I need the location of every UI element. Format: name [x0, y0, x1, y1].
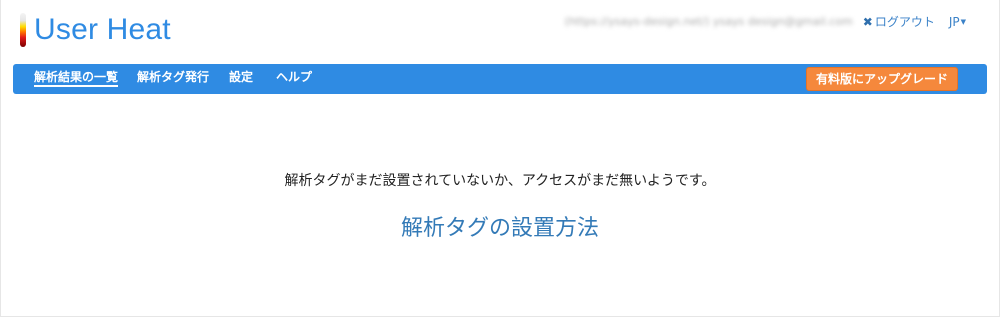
nav-item-help[interactable]: ヘルプ: [276, 64, 312, 94]
nav-item-label: 解析結果の一覧: [34, 70, 119, 87]
user-email: (https://ysays-design.net/) ysays design…: [564, 15, 853, 28]
upgrade-button[interactable]: 有料版にアップグレード: [806, 67, 958, 91]
thermometer-icon: [20, 13, 26, 47]
logout-label: ログアウト: [874, 15, 935, 29]
close-icon: ✖: [862, 14, 873, 29]
nav-item-results[interactable]: 解析結果の一覧: [34, 64, 119, 94]
tag-setup-howto-link[interactable]: 解析タグの設置方法: [0, 210, 1000, 242]
nav-item-label: 解析タグ発行: [137, 70, 210, 84]
header-account: (https://ysays-design.net/) ysays design…: [565, 13, 966, 30]
nav-item-tag-issue[interactable]: 解析タグ発行: [137, 64, 209, 94]
nav-item-settings[interactable]: 設定: [229, 64, 253, 94]
language-dropdown[interactable]: JP ▼: [949, 15, 966, 29]
language-label: JP: [948, 14, 960, 29]
caret-down-icon: ▼: [960, 17, 966, 26]
app-name: User Heat: [34, 13, 171, 46]
main-navbar: 解析結果の一覧 解析タグ発行 設定 ヘルプ 有料版にアップグレード: [13, 64, 987, 94]
nav-item-label: ヘルプ: [276, 70, 313, 84]
nav-item-label: 設定: [229, 70, 254, 84]
logout-link[interactable]: ✖ ログアウト: [863, 13, 935, 30]
empty-state-message: 解析タグがまだ設置されていないか、アクセスがまだ無いようです。: [284, 173, 716, 189]
app-logo[interactable]: User Heat: [20, 12, 171, 48]
